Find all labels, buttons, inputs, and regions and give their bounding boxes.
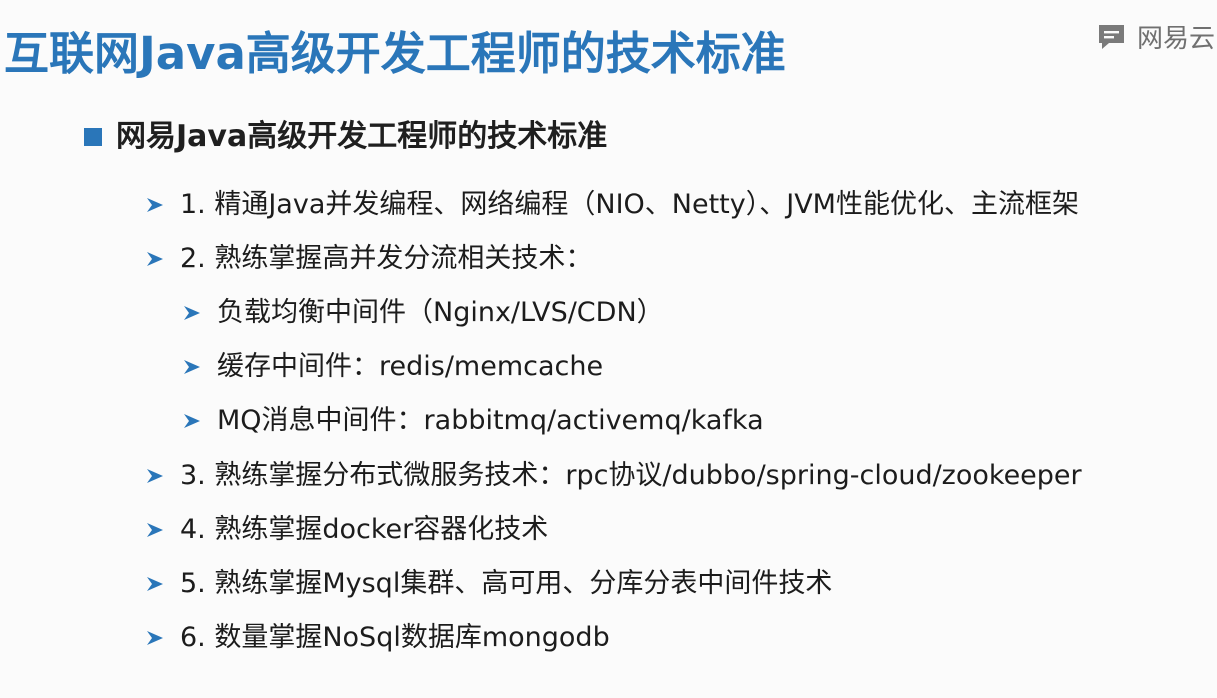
arrow-bullet-icon [147, 469, 163, 483]
sub-list-item-text: MQ消息中间件：rabbitmq/activemq/kafka [217, 405, 764, 436]
sub-list-item: MQ消息中间件：rabbitmq/activemq/kafka [183, 402, 764, 440]
list-item: 6. 数量掌握NoSql数据库mongodb [146, 619, 610, 657]
sub-list-item: 负载均衡中间件（Nginx/LVS/CDN） [183, 294, 664, 332]
chat-bubble-icon [1099, 24, 1124, 49]
list-item-text: 2. 熟练掌握高并发分流相关技术： [180, 243, 593, 274]
arrow-bullet-icon [147, 577, 163, 591]
section-heading-text: 网易Java高级开发工程师的技术标准 [116, 119, 608, 154]
arrow-bullet-icon [147, 631, 163, 645]
list-item: 1. 精通Java并发编程、网络编程（NIO、Netty）、JVM性能优化、主流… [146, 186, 1079, 224]
slide: 互联网Java高级开发工程师的技术标准 网易云 网易Java高级开发工程师的技术… [0, 0, 1217, 698]
arrow-bullet-icon [184, 360, 200, 374]
slide-title: 互联网Java高级开发工程师的技术标准 [4, 27, 786, 80]
logo-text: 网易云 [1137, 24, 1216, 54]
list-item-text: 4. 熟练掌握docker容器化技术 [180, 514, 549, 545]
arrow-bullet-icon [147, 198, 163, 212]
sub-list-item-text: 负载均衡中间件（Nginx/LVS/CDN） [217, 297, 664, 328]
sub-list-item-text: 缓存中间件：redis/memcache [217, 351, 604, 382]
netease-cloud-logo: 网易云 [1097, 18, 1215, 55]
square-bullet-icon [84, 128, 102, 146]
list-item-text: 3. 熟练掌握分布式微服务技术：rpc协议/dubbo/spring-cloud… [180, 460, 1082, 491]
list-item: 5. 熟练掌握Mysql集群、高可用、分库分表中间件技术 [146, 565, 832, 603]
arrow-bullet-icon [184, 306, 200, 320]
list-item-text: 6. 数量掌握NoSql数据库mongodb [180, 622, 610, 653]
list-item: 2. 熟练掌握高并发分流相关技术： [146, 240, 592, 278]
list-item: 3. 熟练掌握分布式微服务技术：rpc协议/dubbo/spring-cloud… [146, 457, 1082, 495]
sub-list-item: 缓存中间件：redis/memcache [183, 348, 603, 386]
list-item-text: 5. 熟练掌握Mysql集群、高可用、分库分表中间件技术 [180, 568, 833, 599]
arrow-bullet-icon [184, 414, 200, 428]
arrow-bullet-icon [147, 523, 163, 537]
list-item: 4. 熟练掌握docker容器化技术 [146, 511, 548, 549]
list-item-text: 1. 精通Java并发编程、网络编程（NIO、Netty）、JVM性能优化、主流… [180, 189, 1079, 220]
arrow-bullet-icon [147, 252, 163, 266]
section-heading: 网易Java高级开发工程师的技术标准 [84, 116, 607, 158]
